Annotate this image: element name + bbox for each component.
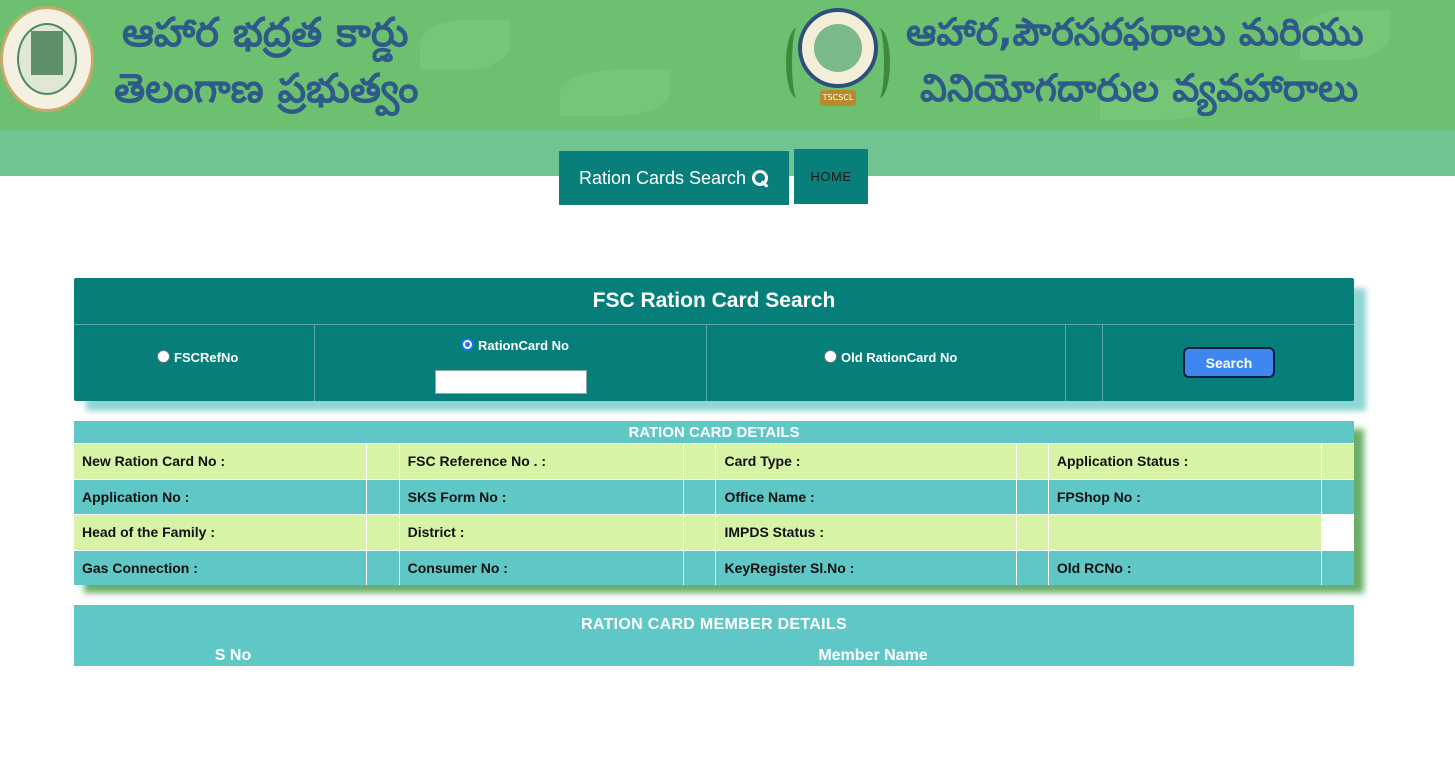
civil-supplies-seal-icon: TSCSCL bbox=[786, 8, 890, 112]
banner-department-telugu-line1: ఆహార,పౌరసరఫరాలు మరియు bbox=[906, 10, 1364, 54]
table-row: Application No : SKS Form No : Office Na… bbox=[74, 478, 1354, 515]
impds-status-value bbox=[1017, 515, 1049, 550]
empty-label-cell bbox=[1049, 515, 1322, 550]
fsc-reference-no-label: FSC Reference No . : bbox=[400, 444, 685, 479]
fscrefno-option[interactable]: FSCRefNo bbox=[157, 350, 238, 365]
option-cell-fscrefno: FSCRefNo bbox=[74, 325, 315, 401]
search-button[interactable]: Search bbox=[1183, 347, 1275, 378]
ration-card-member-details: RATION CARD MEMBER DETAILS S No Member N… bbox=[74, 605, 1354, 666]
application-status-value bbox=[1322, 444, 1354, 479]
fsc-search-panel: FSC Ration Card Search FSCRefNo RationCa… bbox=[74, 278, 1354, 401]
application-no-label: Application No : bbox=[74, 479, 368, 514]
fpshop-no-label: FPShop No : bbox=[1049, 479, 1322, 514]
banner-title-telugu-line1: ఆహార భద్రత కార్డు bbox=[122, 10, 409, 56]
member-details-title: RATION CARD MEMBER DETAILS bbox=[74, 606, 1354, 644]
banner-title-telugu-line2: తెలంగాణ ప్రభుత్వం bbox=[114, 66, 419, 112]
district-label: District : bbox=[400, 515, 685, 550]
search-panel-title: FSC Ration Card Search bbox=[74, 278, 1354, 325]
rationcard-number-input[interactable] bbox=[435, 370, 587, 394]
home-nav-button[interactable]: HOME bbox=[794, 149, 868, 204]
search-button-cell: Search bbox=[1103, 325, 1354, 401]
column-header-member-name: Member Name bbox=[818, 647, 928, 664]
application-no-value bbox=[367, 479, 400, 514]
seal-ribbon-text: TSCSCL bbox=[820, 90, 856, 106]
consumer-no-value bbox=[684, 550, 717, 585]
ration-cards-search-nav-button[interactable]: Ration Cards Search bbox=[559, 151, 789, 205]
empty-value-cell bbox=[1321, 515, 1354, 550]
banner-department-telugu-line2: వినియోగదారుల వ్యవహారాలు bbox=[920, 66, 1359, 110]
table-row: Gas Connection : Consumer No : KeyRegist… bbox=[74, 549, 1354, 586]
office-name-value bbox=[1017, 479, 1049, 514]
ration-cards-search-label: Ration Cards Search bbox=[578, 167, 747, 188]
card-type-label: Card Type : bbox=[716, 444, 1017, 479]
ration-card-details-title: RATION CARD DETAILS bbox=[74, 421, 1354, 443]
new-ration-card-no-value bbox=[367, 444, 400, 479]
column-header-s-no: S No bbox=[214, 647, 252, 664]
old-rationcard-no-radio[interactable] bbox=[824, 350, 837, 363]
rationcard-no-option[interactable]: RationCard No bbox=[461, 338, 569, 353]
old-rationcard-no-label: Old RationCard No bbox=[841, 350, 958, 365]
fsc-reference-no-value bbox=[684, 444, 717, 479]
old-rationcard-no-option[interactable]: Old RationCard No bbox=[824, 350, 957, 365]
old-rcno-value bbox=[1322, 551, 1354, 586]
head-of-family-label: Head of the Family : bbox=[74, 515, 368, 550]
card-type-value bbox=[1017, 444, 1049, 479]
consumer-no-label: Consumer No : bbox=[400, 550, 685, 585]
application-status-label: Application Status : bbox=[1049, 444, 1322, 479]
member-table-header: S No Member Name bbox=[74, 644, 1354, 666]
head-of-family-value bbox=[367, 515, 400, 550]
table-row: New Ration Card No : FSC Reference No . … bbox=[74, 443, 1354, 479]
header-banner: ఆహార భద్రత కార్డు తెలంగాణ ప్రభుత్వం TSCS… bbox=[0, 0, 1455, 130]
district-value bbox=[684, 515, 717, 550]
gas-connection-value bbox=[367, 550, 400, 585]
leaf-decoration bbox=[560, 70, 670, 116]
rationcard-no-label: RationCard No bbox=[478, 338, 569, 353]
old-rcno-label: Old RCNo : bbox=[1049, 550, 1322, 585]
sks-form-no-label: SKS Form No : bbox=[400, 479, 685, 514]
new-ration-card-no-label: New Ration Card No : bbox=[74, 444, 368, 479]
office-name-label: Office Name : bbox=[716, 479, 1017, 514]
search-icon bbox=[752, 169, 769, 187]
fscrefno-label: FSCRefNo bbox=[174, 350, 239, 365]
impds-status-label: IMPDS Status : bbox=[716, 515, 1017, 550]
leaf-decoration bbox=[420, 20, 510, 70]
keyregister-slno-value bbox=[1017, 550, 1049, 585]
gas-connection-label: Gas Connection : bbox=[74, 550, 368, 585]
spacer-cell bbox=[1066, 325, 1103, 401]
rationcard-no-radio[interactable] bbox=[461, 338, 474, 351]
fpshop-no-value bbox=[1322, 480, 1354, 515]
option-cell-old-rationcard-no: Old RationCard No bbox=[707, 325, 1066, 401]
search-options-row: FSCRefNo RationCard No Old RationCard No… bbox=[74, 325, 1354, 401]
option-cell-rationcard-no: RationCard No bbox=[315, 325, 707, 401]
ration-card-details-table: RATION CARD DETAILS New Ration Card No :… bbox=[74, 421, 1354, 585]
table-row: Head of the Family : District : IMPDS St… bbox=[74, 514, 1354, 550]
telangana-government-seal-icon bbox=[0, 6, 94, 112]
sks-form-no-value bbox=[684, 479, 717, 514]
fscrefno-radio[interactable] bbox=[157, 350, 170, 363]
keyregister-slno-label: KeyRegister Sl.No : bbox=[716, 550, 1017, 585]
